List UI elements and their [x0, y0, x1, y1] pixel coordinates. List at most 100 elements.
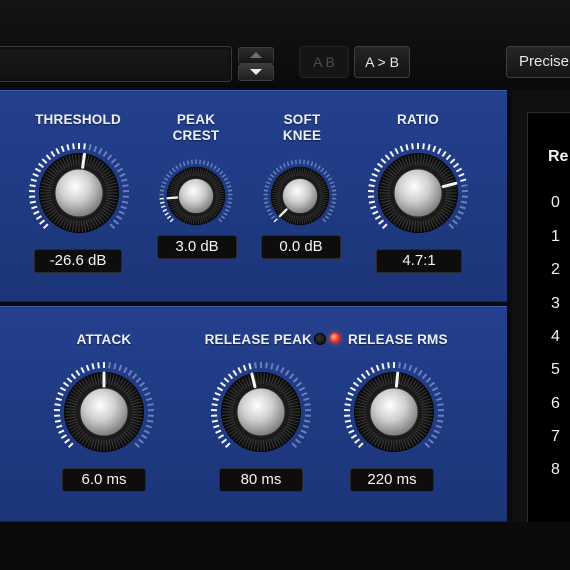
knob-tick: [54, 419, 62, 423]
list-item[interactable]: 3: [551, 295, 560, 313]
knob-tick: [216, 386, 224, 392]
attack-label: ATTACK: [76, 332, 132, 347]
knob-tick: [288, 373, 295, 380]
knob-tick: [217, 434, 225, 439]
list-item[interactable]: 8: [551, 461, 560, 479]
knob-tick: [268, 212, 273, 216]
knob-tick: [88, 144, 92, 151]
threshold-value[interactable]: -26.6 dB: [34, 249, 122, 273]
knob-tick: [164, 212, 169, 216]
knob-tick: [449, 158, 456, 164]
knob-tick: [365, 369, 371, 376]
knob-tick: [270, 173, 275, 178]
attack-knob[interactable]: [52, 360, 156, 464]
list-item[interactable]: 2: [551, 261, 560, 279]
knob-tick: [417, 369, 423, 376]
knob-tick: [161, 205, 166, 208]
knob-tick: [123, 366, 128, 374]
knob-tick: [115, 215, 123, 220]
knob-tick: [147, 403, 154, 407]
knob-tick: [120, 205, 127, 210]
knob-tick: [270, 363, 274, 370]
release-peak-led[interactable]: [314, 333, 326, 345]
knob-tick: [106, 154, 113, 161]
release-rms-knob[interactable]: [342, 360, 446, 464]
knob-tick: [264, 185, 270, 188]
knob-tick: [320, 167, 325, 173]
knob-tick: [58, 429, 65, 434]
knob-tick: [352, 381, 359, 387]
knob-tick: [421, 373, 428, 380]
ab-toggle-button[interactable]: A B: [299, 46, 349, 78]
release-peak-knob[interactable]: [209, 360, 313, 464]
knob-tick: [459, 205, 466, 210]
knob-tick: [280, 366, 285, 374]
knob-tick: [121, 178, 128, 183]
knob-tick: [303, 159, 306, 165]
peak-crest-value[interactable]: 3.0 dB: [157, 235, 237, 259]
knob-tick: [178, 163, 183, 168]
knob-tick: [224, 208, 230, 212]
preset-prev-button[interactable]: [238, 47, 274, 64]
peak-crest-knob[interactable]: [158, 158, 234, 234]
release-peak-value[interactable]: 80 ms: [219, 468, 303, 492]
soft-knee-knob[interactable]: [262, 158, 338, 234]
preset-next-button[interactable]: [238, 64, 274, 81]
list-item[interactable]: 1: [551, 228, 560, 246]
knob-tick: [263, 189, 269, 192]
list-item[interactable]: 6: [551, 395, 560, 413]
preset-spinner[interactable]: [238, 47, 274, 81]
list-item[interactable]: 7: [551, 428, 560, 446]
knob-tick: [139, 381, 146, 387]
knob-tick: [301, 391, 308, 397]
knob-tick: [371, 172, 378, 178]
threshold-knob[interactable]: [27, 141, 131, 245]
knob-tick: [45, 154, 52, 161]
knob-tick: [118, 210, 125, 215]
ratio-value[interactable]: 4.7:1: [376, 249, 462, 273]
knob-tick: [331, 201, 336, 204]
knob-tick: [368, 200, 376, 204]
knob-tick: [322, 218, 327, 223]
knob-tick: [168, 170, 173, 175]
knob-tick: [57, 391, 64, 397]
preset-name-field[interactable]: [0, 46, 232, 82]
precise-button[interactable]: Precise: [506, 46, 570, 78]
knob-tick: [290, 160, 294, 165]
knob-tick: [460, 200, 468, 204]
knob-tick: [275, 364, 280, 372]
knob-tick: [211, 403, 218, 407]
knob-tick: [330, 185, 336, 188]
release-rms-value[interactable]: 220 ms: [350, 468, 434, 492]
list-item[interactable]: 5: [551, 361, 560, 379]
knob-tick: [282, 163, 287, 168]
knob-tick: [345, 397, 352, 402]
knob-tick: [55, 397, 62, 402]
knob-tick: [171, 167, 176, 173]
release-rms-led[interactable]: [330, 333, 340, 343]
knob-tick: [146, 419, 154, 423]
knob-tick: [159, 189, 165, 192]
knob-tick: [237, 366, 242, 374]
knob-cap: [282, 178, 318, 214]
knob-tick: [186, 160, 190, 165]
attack-value[interactable]: 6.0 ms: [62, 468, 146, 492]
knob-tick: [346, 424, 353, 429]
soft-knee-value[interactable]: 0.0 dB: [261, 235, 341, 259]
knob-tick: [32, 172, 39, 178]
bottom-bar: [0, 522, 570, 570]
list-item[interactable]: 0: [551, 194, 560, 212]
knob-tick: [116, 167, 124, 173]
knob-tick: [134, 442, 141, 449]
knob-tick: [460, 178, 467, 183]
list-item[interactable]: 4: [551, 328, 560, 346]
knob-tick: [137, 438, 144, 444]
ratio-knob[interactable]: [366, 141, 470, 245]
knob-tick: [264, 201, 269, 204]
knob-tick: [64, 438, 71, 444]
knob-tick: [461, 184, 468, 188]
knob-tick: [297, 434, 305, 439]
copy-a-to-b-button[interactable]: A > B: [354, 46, 410, 78]
knob-tick: [430, 434, 438, 439]
knob-tick: [398, 362, 401, 369]
